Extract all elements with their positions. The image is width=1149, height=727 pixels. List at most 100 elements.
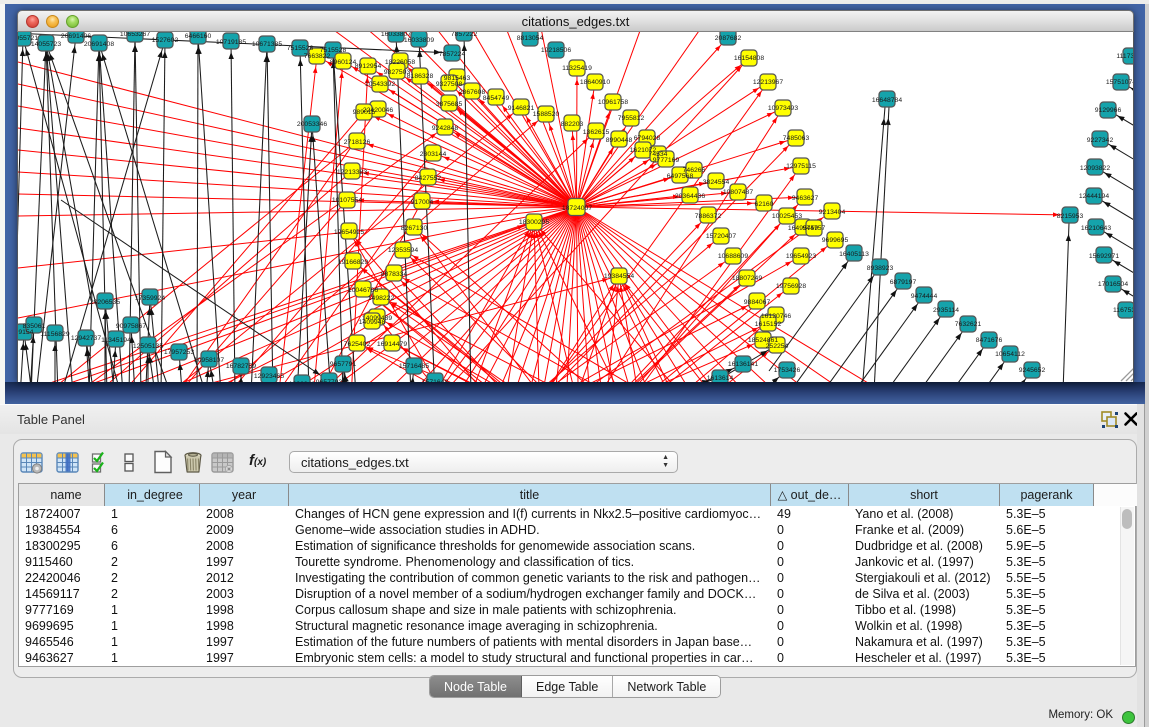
- svg-text:2867608: 2867608: [459, 89, 486, 96]
- svg-text:16914479: 16914479: [377, 341, 407, 348]
- svg-text:9146821: 9146821: [508, 105, 535, 112]
- svg-text:6466160: 6466160: [185, 33, 212, 40]
- svg-text:20691406: 20691406: [61, 33, 91, 40]
- svg-text:39154: 39154: [18, 329, 34, 336]
- svg-text:10688609: 10688609: [718, 253, 748, 260]
- svg-text:8813054: 8813054: [517, 35, 544, 42]
- svg-text:8186328: 8186328: [407, 73, 434, 80]
- svg-text:9327508: 9327508: [436, 81, 463, 88]
- svg-text:1571648: 1571648: [422, 379, 449, 382]
- svg-text:11156829: 11156829: [40, 331, 69, 338]
- svg-text:7515526: 7515526: [287, 45, 314, 52]
- svg-text:9129966: 9129966: [1095, 107, 1122, 114]
- svg-text:19654923: 19654923: [786, 253, 816, 260]
- svg-text:10046766: 10046766: [348, 287, 378, 294]
- svg-text:12505135: 12505135: [133, 343, 163, 350]
- svg-text:15716485: 15716485: [399, 363, 429, 370]
- svg-text:17016504: 17016504: [1098, 281, 1128, 288]
- svg-text:19654925: 19654925: [334, 229, 364, 236]
- svg-text:18226058: 18226058: [385, 59, 415, 66]
- svg-text:19218506: 19218506: [541, 47, 571, 54]
- svg-text:9657791: 9657791: [330, 361, 357, 368]
- svg-text:7857222: 7857222: [451, 32, 478, 38]
- svg-text:16210643: 16210643: [1081, 225, 1111, 232]
- svg-text:16136141: 16136141: [728, 361, 758, 368]
- svg-text:11173412: 11173412: [1116, 53, 1134, 60]
- svg-text:9699695: 9699695: [822, 237, 849, 244]
- svg-text:1409948: 1409948: [359, 319, 386, 326]
- svg-text:10973493: 10973493: [768, 105, 798, 112]
- svg-text:16154808: 16154808: [734, 55, 764, 62]
- svg-text:10107554: 10107554: [332, 197, 362, 204]
- svg-text:2087682: 2087682: [715, 35, 742, 42]
- svg-text:917004: 917004: [411, 199, 434, 206]
- svg-text:2935114: 2935114: [933, 307, 959, 314]
- svg-text:20364436: 20364436: [675, 193, 705, 200]
- svg-text:989015: 989015: [353, 109, 376, 116]
- svg-text:252254: 252254: [766, 343, 789, 350]
- svg-text:62160: 62160: [755, 201, 774, 208]
- svg-text:9884067: 9884067: [744, 299, 771, 306]
- svg-text:12975115: 12975115: [786, 163, 816, 170]
- svg-text:14055723: 14055723: [31, 41, 61, 48]
- svg-text:2803144: 2803144: [420, 151, 447, 158]
- svg-text:10654112: 10654112: [995, 351, 1025, 358]
- svg-text:20053346: 20053346: [297, 121, 327, 128]
- svg-text:10671385: 10671385: [252, 41, 282, 48]
- svg-text:17359924: 17359924: [135, 295, 165, 302]
- svg-text:16405113: 16405113: [839, 251, 869, 258]
- svg-text:1292340: 1292340: [289, 381, 316, 382]
- svg-text:10961758: 10961758: [598, 99, 628, 106]
- svg-text:1527602: 1527602: [152, 37, 179, 44]
- svg-text:1615152: 1615152: [755, 321, 782, 328]
- svg-text:6497568: 6497568: [667, 173, 694, 180]
- svg-text:9213404: 9213404: [819, 209, 846, 216]
- svg-text:7485063: 7485063: [783, 135, 810, 142]
- svg-text:8454749: 8454749: [483, 95, 510, 102]
- svg-text:17957253: 17957253: [164, 349, 194, 356]
- svg-text:12213967: 12213967: [753, 79, 783, 86]
- svg-text:7857224: 7857224: [439, 51, 466, 58]
- svg-text:10719185: 10719185: [216, 39, 246, 46]
- svg-text:8471676: 8471676: [976, 337, 1003, 344]
- svg-text:7663822: 7663822: [304, 53, 331, 60]
- svg-text:9245652: 9245652: [1019, 367, 1046, 374]
- svg-text:2718126: 2718126: [344, 139, 371, 146]
- svg-text:9463627: 9463627: [792, 195, 819, 202]
- svg-text:7955812: 7955812: [618, 115, 645, 122]
- svg-text:6794028: 6794028: [634, 135, 661, 142]
- svg-text:1167534: 1167534: [1113, 307, 1134, 314]
- svg-text:12942737: 12942737: [71, 335, 101, 342]
- svg-text:3824554: 3824554: [703, 179, 730, 186]
- svg-text:9227342: 9227342: [1087, 137, 1114, 144]
- svg-text:18640910: 18640910: [580, 79, 610, 86]
- svg-text:16782759: 16782759: [226, 363, 256, 370]
- svg-text:15692971: 15692971: [1089, 253, 1119, 260]
- svg-text:882203: 882203: [561, 121, 584, 128]
- svg-text:1362615: 1362615: [583, 129, 610, 136]
- svg-text:16648784: 16648784: [872, 97, 902, 104]
- svg-text:835061: 835061: [23, 323, 46, 330]
- svg-text:16033809: 16033809: [404, 37, 434, 44]
- svg-text:8215953: 8215953: [1057, 213, 1084, 220]
- svg-text:1613614: 1613614: [707, 375, 734, 382]
- svg-text:1753426: 1753426: [774, 367, 801, 374]
- svg-text:8427552: 8427552: [415, 175, 442, 182]
- svg-text:20691408: 20691408: [84, 41, 114, 48]
- svg-text:9657793: 9657793: [316, 379, 343, 382]
- svg-text:7625402: 7625402: [344, 341, 371, 348]
- svg-text:9474444: 9474444: [911, 293, 938, 300]
- svg-text:18807249: 18807249: [732, 275, 762, 282]
- svg-text:90975867: 90975867: [116, 323, 146, 330]
- svg-text:1498222: 1498222: [368, 295, 395, 302]
- svg-text:8878334: 8878334: [381, 271, 408, 278]
- svg-text:8938923: 8938923: [867, 265, 894, 272]
- svg-text:12444194: 12444194: [1079, 193, 1109, 200]
- svg-text:8960124: 8960124: [330, 59, 357, 66]
- svg-text:7886372: 7886372: [695, 213, 722, 220]
- svg-text:15751074: 15751074: [1106, 79, 1134, 86]
- svg-text:19166829: 19166829: [338, 259, 368, 266]
- svg-text:7632621: 7632621: [955, 321, 982, 328]
- svg-text:18300295: 18300295: [519, 219, 549, 226]
- svg-text:944757: 944757: [803, 225, 826, 232]
